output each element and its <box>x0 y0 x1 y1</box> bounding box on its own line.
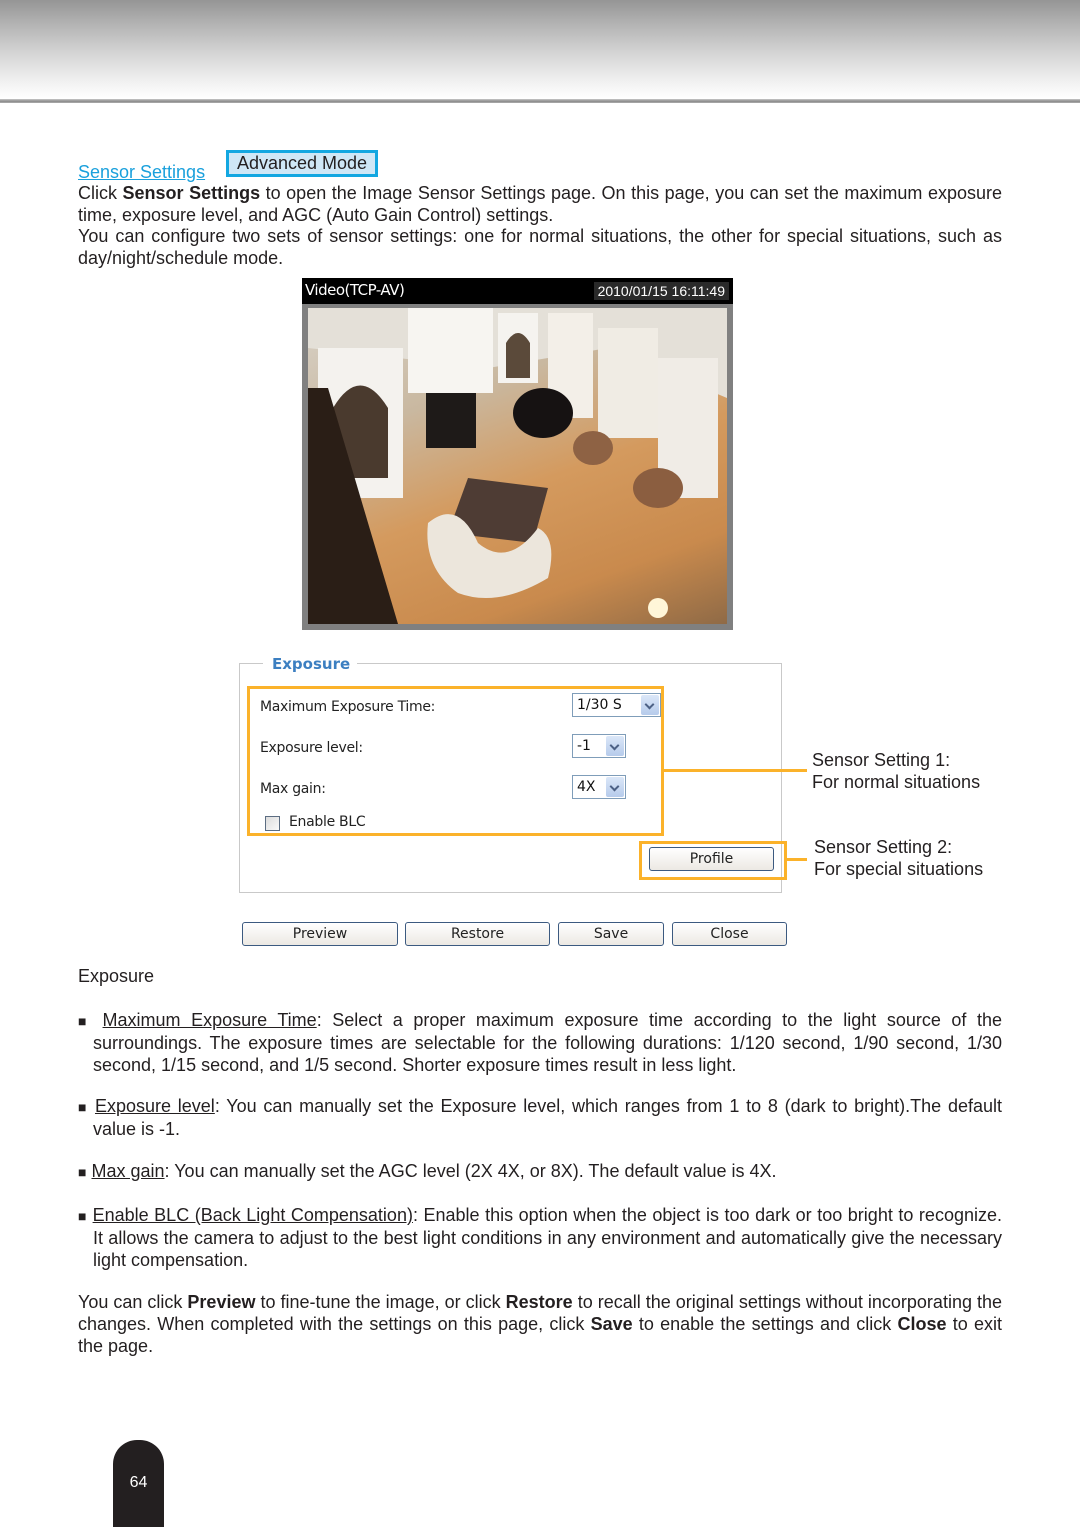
chevron-down-icon[interactable] <box>606 777 624 797</box>
bullet-exposure-level: ■ Exposure level: You can manually set t… <box>78 1095 1002 1140</box>
closing-paragraph: You can click Preview to fine-tune the i… <box>78 1291 1002 1357</box>
max-gain-select[interactable]: 4X <box>572 775 626 799</box>
emphasis-save: Save <box>590 1314 633 1334</box>
annotation-line: For normal situations <box>812 772 981 792</box>
emphasis-preview: Preview <box>187 1292 256 1312</box>
chevron-down-icon[interactable] <box>641 695 659 715</box>
text: Click <box>78 183 123 203</box>
annotation-line: Sensor Setting 2: <box>814 837 953 857</box>
intro-paragraph-2: You can configure two sets of sensor set… <box>78 226 1002 268</box>
preview-button[interactable]: Preview <box>242 922 398 946</box>
video-timestamp: 2010/01/15 16:11:49 <box>593 282 729 300</box>
exposure-level-select[interactable]: -1 <box>572 734 626 758</box>
emphasis-sensor-settings: Sensor Settings <box>122 183 261 203</box>
page-number-tab: 64 <box>113 1440 164 1527</box>
fieldset-top-border-left <box>239 663 263 664</box>
video-preview: Video(TCP-AV) 2010/01/15 16:11:49 <box>302 278 733 630</box>
bullet-max-exposure-time: ■ Maximum Exposure Time: Select a proper… <box>78 1009 1002 1076</box>
text: to enable the settings and click <box>632 1314 898 1334</box>
page-number: 64 <box>129 1474 148 1491</box>
living-room-scene <box>308 308 727 624</box>
term: Maximum Exposure Time <box>102 1010 317 1030</box>
intro-paragraph-1: Click Sensor Settings to open the Image … <box>78 182 1002 226</box>
text: You can click <box>78 1292 188 1312</box>
chevron-down-icon[interactable] <box>606 736 624 756</box>
annotation-setting-1: Sensor Setting 1: For normal situations <box>812 749 980 793</box>
header-rule <box>0 99 1080 103</box>
bullet-icon: ■ <box>78 1099 89 1115</box>
annotation-setting-2: Sensor Setting 2: For special situations <box>814 836 983 880</box>
save-button[interactable]: Save <box>558 922 664 946</box>
emphasis-restore: Restore <box>505 1292 573 1312</box>
exposure-legend: Exposure <box>272 655 351 673</box>
annotation-connector-2 <box>787 858 807 861</box>
sensor-settings-link[interactable]: Sensor Settings <box>78 162 205 182</box>
video-title-bar: Video(TCP-AV) 2010/01/15 16:11:49 <box>302 278 733 304</box>
close-button[interactable]: Close <box>672 922 787 946</box>
annotation-line: Sensor Setting 1: <box>812 750 951 770</box>
bullet-icon: ■ <box>78 1208 88 1224</box>
term: Enable BLC (Back Light Compensation) <box>92 1205 413 1225</box>
annotation-line: For special situations <box>814 859 984 879</box>
section-heading-exposure: Exposure <box>78 966 155 986</box>
term: Max gain <box>91 1161 165 1181</box>
bullet-enable-blc: ■ Enable BLC (Back Light Compensation): … <box>78 1204 1002 1271</box>
fieldset-top-border-right <box>357 663 782 664</box>
select-value: 1/30 S <box>577 697 622 713</box>
advanced-mode-badge: Advanced Mode <box>226 150 378 177</box>
select-value: -1 <box>577 738 591 754</box>
video-title: Video(TCP-AV) <box>305 281 405 299</box>
max-exposure-time-label: Maximum Exposure Time: <box>260 699 436 715</box>
max-gain-label: Max gain: <box>260 781 326 797</box>
description: : You can manually set the AGC level (2X… <box>164 1161 777 1181</box>
bullet-icon: ■ <box>78 1164 87 1180</box>
restore-button[interactable]: Restore <box>405 922 550 946</box>
description: : You can manually set the Exposure leve… <box>93 1096 1002 1139</box>
profile-button[interactable]: Profile <box>649 847 774 871</box>
text: to fine-tune the image, or click <box>255 1292 506 1312</box>
term: Exposure level <box>94 1096 215 1116</box>
exposure-level-label: Exposure level: <box>260 740 363 756</box>
bullet-max-gain: ■ Max gain: You can manually set the AGC… <box>78 1160 1002 1183</box>
annotation-connector-1 <box>664 769 807 772</box>
enable-blc-label: Enable BLC <box>289 814 366 830</box>
camera-image <box>308 308 727 624</box>
enable-blc-checkbox[interactable] <box>265 816 280 831</box>
bullet-icon: ■ <box>78 1013 92 1029</box>
section-title: Sensor Settings <box>78 161 205 183</box>
select-value: 4X <box>577 779 596 795</box>
page-header-band <box>0 0 1080 99</box>
emphasis-close: Close <box>897 1314 947 1334</box>
max-exposure-time-select[interactable]: 1/30 S <box>572 693 661 717</box>
